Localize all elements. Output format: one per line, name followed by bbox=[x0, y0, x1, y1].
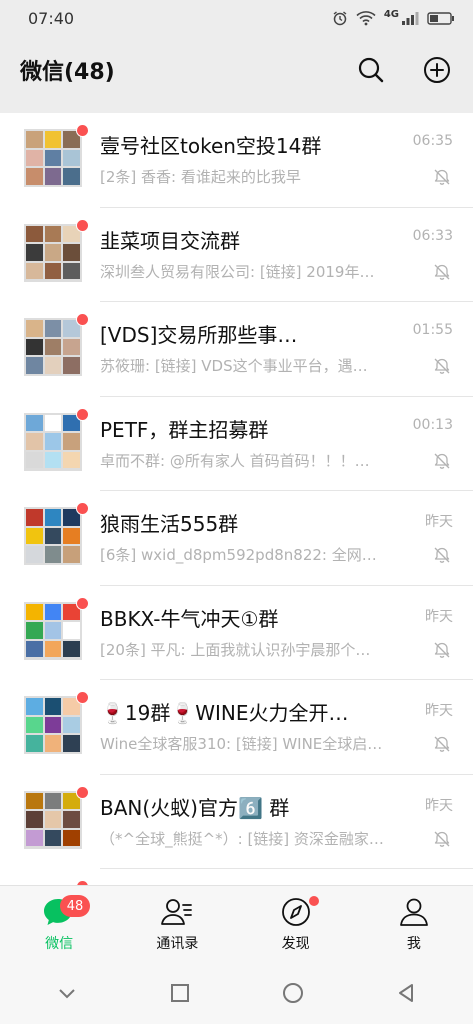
chat-text: BBKX-牛气冲天①群 [20条] 平凡: 上面我就认识孙宇晨那个… bbox=[100, 606, 453, 660]
chat-list-item[interactable]: 狼雨生活555群 [6条] wxid_d8pm592pd8n822: 全网首… 昨天 bbox=[0, 491, 473, 586]
discover-new-dot bbox=[308, 896, 319, 906]
contacts-icon bbox=[160, 895, 194, 929]
chat-text: BAN(火蚁)官方6️⃣ 群 （*^全球_熊挺^*）: [链接] 资深金融家… bbox=[100, 795, 453, 849]
chat-text: 🍷19群🍷WINE火力全开… Wine全球客服310: [链接] WINE全球启… bbox=[100, 700, 453, 754]
group-avatar bbox=[24, 790, 82, 849]
add-icon[interactable] bbox=[423, 56, 451, 84]
chat-list-item[interactable]: [VDS]交易所那些事… 苏筱珊: [链接] VDS这个事业平台，遇… 01:55 bbox=[0, 302, 473, 397]
status-bar: 07:40 4G bbox=[0, 0, 473, 36]
chat-time: 昨天 bbox=[425, 514, 453, 530]
chat-list-item[interactable]: 韭菜项目交流群 深圳叁人贸易有限公司: [链接] 2019年… 06:33 bbox=[0, 208, 473, 302]
header-actions bbox=[357, 56, 451, 84]
unread-count-badge: 48 bbox=[60, 895, 90, 917]
chat-list-item[interactable]: BBKX-牛气冲天①群 [20条] 平凡: 上面我就认识孙宇晨那个… 昨天 bbox=[0, 586, 473, 680]
chat-name: [VDS]交易所那些事… bbox=[100, 323, 298, 347]
signal-icon bbox=[401, 10, 419, 26]
compass-icon bbox=[279, 895, 313, 929]
chat-list-item[interactable]: PETF，群主招募群 卓而不群: @所有家人 首码首码！！！… 00:13 bbox=[0, 397, 473, 491]
chat-time: 昨天 bbox=[425, 608, 453, 625]
unread-dot bbox=[76, 596, 89, 610]
chat-time: 06:35 bbox=[412, 133, 453, 149]
chat-list-item[interactable]: BAN(火蚁)官方6️⃣ 群 （*^全球_熊挺^*）: [链接] 资深金融家… 昨天 bbox=[0, 775, 473, 869]
chat-text: 狼雨生活555群 [6条] wxid_d8pm592pd8n822: 全网首… bbox=[100, 511, 453, 565]
group-avatar bbox=[24, 412, 82, 471]
mute-bell-icon bbox=[433, 641, 451, 663]
status-icons: 4G bbox=[332, 8, 455, 26]
mute-bell-icon bbox=[433, 735, 451, 757]
chat-name: BAN(火蚁)官方6️⃣ 群 bbox=[100, 795, 290, 820]
chat-list: 壹号社区token空投14群 [2条] 香香: 看谁起来的比我早 06:35 韭菜项目… bbox=[0, 113, 473, 885]
chat-name: 狼雨生活555群 bbox=[100, 512, 239, 536]
system-nav-bar bbox=[0, 961, 473, 1024]
chat-preview: 苏筱珊: [链接] VDS这个事业平台，遇… bbox=[100, 357, 368, 375]
group-avatar bbox=[24, 318, 82, 376]
recents-icon[interactable] bbox=[168, 981, 192, 1005]
tab-bar: 微信 48 通讯录 发现 我 bbox=[0, 885, 473, 961]
chat-list-item[interactable]: 🍷19群🍷WINE火力全开… Wine全球客服310: [链接] WINE全球启…… bbox=[0, 680, 473, 775]
chat-preview: Wine全球客服310: [链接] WINE全球启… bbox=[100, 735, 383, 753]
mute-bell-icon bbox=[433, 263, 451, 285]
tab-discover[interactable]: 发现 bbox=[237, 886, 355, 961]
wifi-icon bbox=[356, 10, 376, 26]
chat-list-item[interactable]: 壹号社区token空投14群 [2条] 香香: 看谁起来的比我早 06:35 bbox=[0, 113, 473, 208]
mute-bell-icon bbox=[433, 830, 451, 852]
collapse-icon[interactable] bbox=[55, 981, 79, 1005]
chat-text: 壹号社区token空投14群 [2条] 香香: 看谁起来的比我早 bbox=[100, 133, 453, 187]
app-header: 微信(48) bbox=[0, 36, 473, 104]
chat-text: PETF，群主招募群卓而不群: @所有家人 首码首码！！！… bbox=[100, 417, 453, 471]
person-icon bbox=[397, 895, 431, 929]
chat-list-item-partial[interactable] bbox=[0, 869, 473, 885]
group-avatar bbox=[24, 696, 82, 754]
unread-dot bbox=[76, 124, 89, 137]
chat-preview: [6条] wxid_d8pm592pd8n822: 全网首… bbox=[100, 546, 390, 564]
unread-dot bbox=[76, 218, 89, 232]
chat-preview: 卓而不群: @所有家人 首码首码！！！… bbox=[100, 451, 370, 470]
group-avatar bbox=[24, 129, 82, 187]
unread-dot bbox=[76, 502, 89, 515]
unread-dot bbox=[76, 313, 89, 326]
chat-text: [VDS]交易所那些事… 苏筱珊: [链接] VDS这个事业平台，遇… bbox=[100, 322, 453, 376]
alarm-icon bbox=[332, 10, 348, 26]
chat-time: 00:13 bbox=[412, 416, 453, 433]
mute-bell-icon bbox=[433, 546, 451, 568]
chat-time: 昨天 bbox=[425, 797, 453, 814]
chat-name: 韭菜项目交流群 bbox=[100, 228, 240, 253]
tab-me[interactable]: 我 bbox=[355, 886, 473, 961]
status-time: 07:40 bbox=[28, 8, 75, 28]
search-icon[interactable] bbox=[357, 56, 385, 84]
back-icon[interactable] bbox=[394, 981, 418, 1005]
unread-dot bbox=[76, 407, 89, 421]
chat-preview: （*^全球_熊挺^*）: [链接] 资深金融家… bbox=[100, 829, 384, 848]
battery-icon bbox=[427, 10, 455, 26]
chat-preview: [20条] 平凡: 上面我就认识孙宇晨那个… bbox=[100, 640, 371, 659]
chat-time: 昨天 bbox=[425, 703, 453, 719]
tab-contacts[interactable]: 通讯录 bbox=[118, 886, 236, 961]
chat-name: BBKX-牛气冲天①群 bbox=[100, 606, 279, 631]
tab-contacts-label: 通讯录 bbox=[156, 935, 199, 952]
chat-preview: [2条] 香香: 看谁起来的比我早 bbox=[100, 168, 301, 186]
mute-bell-icon bbox=[433, 357, 451, 379]
chat-time: 06:33 bbox=[412, 227, 453, 244]
unread-dot bbox=[76, 785, 89, 799]
unread-dot bbox=[76, 691, 89, 704]
network-type-label: 4G bbox=[383, 8, 399, 20]
mute-bell-icon bbox=[433, 452, 451, 474]
tab-chats-label: 微信 bbox=[45, 935, 74, 952]
tab-chats[interactable]: 微信 48 bbox=[0, 886, 118, 961]
page-title: 微信(48) bbox=[20, 60, 115, 85]
chat-name: 壹号社区token空投14群 bbox=[100, 134, 322, 158]
group-avatar bbox=[24, 601, 82, 660]
chat-preview: 深圳叁人贸易有限公司: [链接] 2019年… bbox=[100, 262, 375, 281]
chat-name: 🍷19群🍷WINE火力全开… bbox=[100, 701, 349, 725]
tab-discover-label: 发现 bbox=[281, 935, 310, 952]
tab-me-label: 我 bbox=[406, 935, 421, 952]
chat-text: 韭菜项目交流群深圳叁人贸易有限公司: [链接] 2019年… bbox=[100, 228, 453, 282]
group-avatar bbox=[24, 223, 82, 282]
mute-bell-icon bbox=[433, 168, 451, 190]
group-avatar bbox=[24, 507, 82, 565]
chat-name: PETF，群主招募群 bbox=[100, 417, 269, 442]
home-icon[interactable] bbox=[281, 981, 305, 1005]
chat-time: 01:55 bbox=[412, 322, 453, 338]
